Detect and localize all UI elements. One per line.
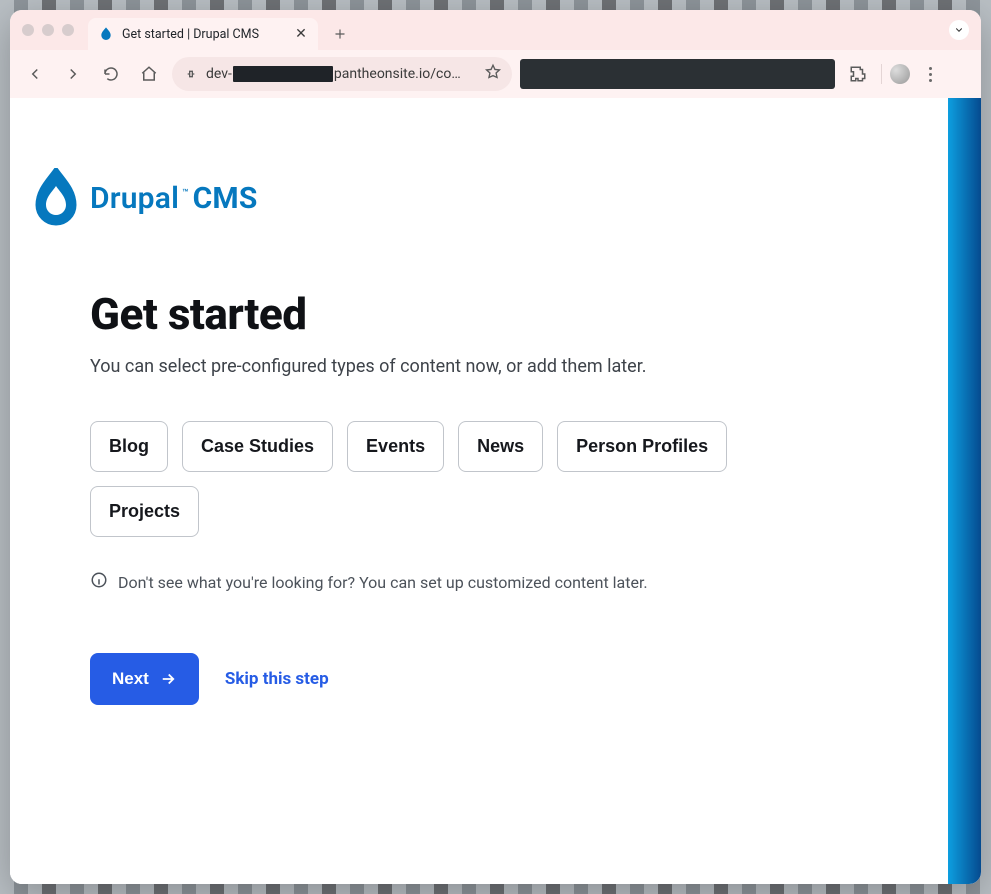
browser-menu-button[interactable]	[918, 67, 942, 82]
info-icon	[90, 571, 108, 593]
secondary-bar-redacted	[520, 59, 835, 89]
url-redacted	[233, 66, 333, 82]
window-zoom-dot[interactable]	[62, 24, 74, 36]
home-button[interactable]	[134, 59, 164, 89]
window-controls	[18, 10, 80, 50]
skip-link[interactable]: Skip this step	[225, 669, 329, 689]
chip-events[interactable]: Events	[347, 421, 444, 472]
main-content: Get started You can select pre-configure…	[10, 228, 830, 705]
browser-tab[interactable]: Get started | Drupal CMS ✕	[88, 18, 318, 50]
brand-trademark: ™	[182, 188, 189, 199]
chip-blog[interactable]: Blog	[90, 421, 168, 472]
profile-avatar[interactable]	[890, 64, 910, 84]
new-tab-button[interactable]	[326, 20, 354, 48]
window-close-dot[interactable]	[22, 24, 34, 36]
drupal-drop-icon	[32, 168, 80, 228]
forward-button[interactable]	[58, 59, 88, 89]
next-button[interactable]: Next	[90, 653, 199, 705]
chip-projects[interactable]: Projects	[90, 486, 199, 537]
drupal-favicon-icon	[98, 26, 114, 42]
page-viewport: Drupal™ CMS Get started You can select pr…	[10, 98, 981, 884]
tab-strip: Get started | Drupal CMS ✕	[10, 10, 981, 50]
browser-toolbar: dev-pantheonsite.io/co…	[10, 50, 981, 98]
next-button-label: Next	[112, 669, 149, 689]
brand-wordmark: Drupal™ CMS	[90, 181, 258, 216]
brand-word-drupal: Drupal	[90, 181, 179, 216]
brand-word-cms: CMS	[193, 181, 258, 216]
reload-button[interactable]	[96, 59, 126, 89]
chip-person-profiles[interactable]: Person Profiles	[557, 421, 727, 472]
page-title: Get started	[90, 288, 830, 340]
site-info-icon[interactable]	[182, 65, 200, 83]
close-tab-icon[interactable]: ✕	[294, 27, 308, 41]
url-suffix: pantheonsite.io/co…	[334, 66, 461, 82]
page-subtitle: You can select pre-configured types of c…	[90, 356, 830, 377]
url-prefix: dev-	[206, 66, 232, 82]
arrow-right-icon	[159, 670, 177, 688]
action-row: Next Skip this step	[90, 653, 830, 705]
chip-case-studies[interactable]: Case Studies	[182, 421, 333, 472]
tabs-dropdown-button[interactable]	[949, 20, 969, 40]
chip-news[interactable]: News	[458, 421, 543, 472]
back-button[interactable]	[20, 59, 50, 89]
url-text: dev-pantheonsite.io/co…	[206, 66, 461, 82]
address-bar[interactable]: dev-pantheonsite.io/co…	[172, 57, 512, 91]
hint-row: Don't see what you're looking for? You c…	[90, 571, 830, 593]
browser-window: Get started | Drupal CMS ✕ dev-pantheons…	[10, 10, 981, 884]
brand-logo: Drupal™ CMS	[10, 98, 948, 228]
page-content: Drupal™ CMS Get started You can select pr…	[10, 98, 948, 884]
tab-title: Get started | Drupal CMS	[122, 27, 286, 42]
extensions-icon[interactable]	[843, 59, 873, 89]
decorative-blue-edge	[948, 98, 981, 884]
window-minimize-dot[interactable]	[42, 24, 54, 36]
content-type-chips: Blog Case Studies Events News Person Pro…	[90, 421, 830, 537]
bookmark-star-icon[interactable]	[484, 63, 502, 85]
toolbar-separator	[881, 64, 882, 84]
hint-text: Don't see what you're looking for? You c…	[118, 573, 648, 592]
